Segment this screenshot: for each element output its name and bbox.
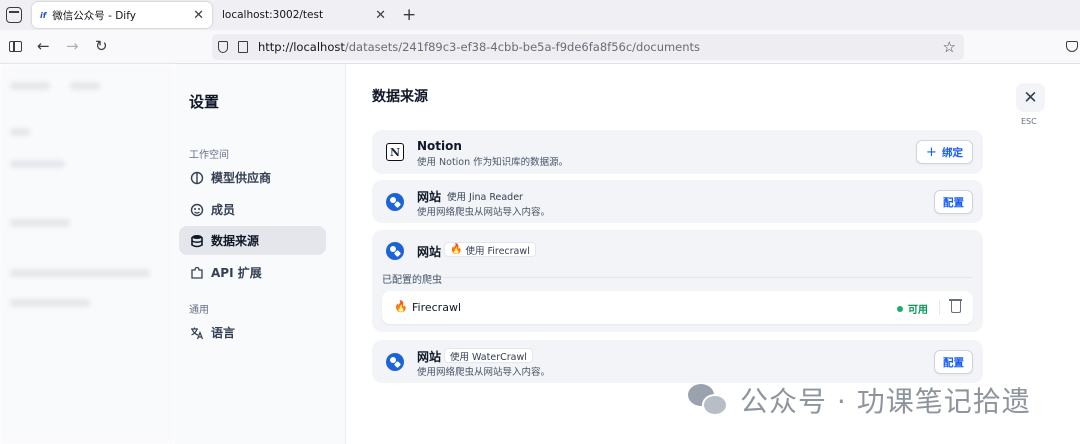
close-tab-icon[interactable]: ✕ [193, 8, 204, 23]
puzzle-icon [189, 265, 205, 281]
general-group-label: 通用 [189, 305, 209, 316]
source-description: 使用网络爬虫从网站导入内容。 [417, 367, 551, 378]
crawler-name: Firecrawl [412, 301, 461, 314]
bookmark-star-icon[interactable]: ☆ [943, 38, 956, 56]
delete-trash-icon[interactable] [949, 299, 962, 313]
background-app [0, 64, 175, 444]
settings-title: 设置 [189, 93, 220, 111]
data-source-card-jina: 网站 使用 Jina Reader 使用网络爬虫从网站导入内容。 配置 [372, 180, 983, 223]
reload-icon[interactable]: ↻ [95, 38, 108, 54]
menu-item-label: 数据来源 [211, 234, 260, 248]
fire-icon: 🔥 [394, 300, 408, 313]
notion-icon: N [386, 143, 404, 161]
close-settings-button[interactable]: ✕ [1016, 83, 1045, 112]
sidebar-toggle-icon[interactable] [9, 41, 22, 52]
source-name: 网站 [417, 350, 442, 364]
configure-watercrawl-button[interactable]: 配置 [934, 350, 973, 374]
source-description: 使用 Notion 作为知识库的数据源。 [417, 157, 569, 168]
members-icon [189, 202, 205, 218]
source-name: 网站 [417, 190, 442, 204]
browser-tab-bar: if 微信公众号 - Dify ✕ localhost:3002/test ✕ … [0, 0, 1080, 30]
tab-list-icon[interactable] [6, 7, 22, 23]
menu-item-members[interactable]: 成员 [179, 195, 326, 224]
data-source-card-notion: N Notion 使用 Notion 作为知识库的数据源。 + 绑定 [372, 130, 983, 174]
new-tab-icon[interactable]: + [402, 5, 416, 25]
forward-icon[interactable]: → [66, 38, 79, 54]
menu-item-label: API 扩展 [211, 266, 262, 280]
esc-label: ESC [1021, 117, 1037, 126]
fire-icon: 🔥 [450, 244, 463, 255]
divider [939, 300, 940, 315]
provider-badge: 🔥 使用 Firecrawl [444, 242, 536, 257]
page-title: 数据来源 [372, 89, 428, 105]
url-text[interactable]: http://localhost/datasets/241f89c3-ef38-… [258, 40, 943, 54]
divider [382, 277, 973, 278]
website-globe-icon [386, 193, 404, 211]
wechat-logo-icon [688, 382, 728, 418]
status-badge: 可用 [897, 301, 928, 316]
tab-localhost-test[interactable]: localhost:3002/test ✕ [214, 2, 394, 28]
menu-item-label: 成员 [211, 203, 236, 217]
page-info-icon[interactable] [238, 41, 248, 53]
plus-icon: + [926, 144, 937, 160]
translate-icon [189, 325, 205, 341]
website-globe-icon [386, 242, 404, 260]
close-icon: ✕ [1023, 87, 1038, 108]
provider-badge: 使用 WaterCrawl [444, 348, 533, 363]
menu-item-language[interactable]: 语言 [179, 318, 326, 347]
menu-item-label: 模型供应商 [211, 171, 272, 185]
shield-icon[interactable] [218, 41, 228, 53]
brain-icon [189, 170, 205, 186]
address-bar[interactable]: http://localhost/datasets/241f89c3-ef38-… [212, 34, 964, 60]
menu-item-data-source[interactable]: 数据来源 [179, 226, 326, 255]
menu-item-api-extension[interactable]: API 扩展 [179, 258, 326, 287]
website-globe-icon [386, 353, 404, 371]
database-icon [189, 233, 205, 249]
provider-badge: 使用 Jina Reader [447, 191, 523, 203]
source-description: 使用网络爬虫从网站导入内容。 [417, 207, 551, 218]
menu-item-label: 语言 [211, 326, 236, 340]
crawler-row-firecrawl: 🔥 Firecrawl 可用 [382, 291, 973, 324]
settings-sidebar: 设置 工作空间 模型供应商 成员 数据来源 API 扩展 通用 语言 [175, 64, 346, 444]
browser-nav-bar: ← → ↻ http://localhost/datasets/241f89c3… [0, 30, 1080, 64]
watermark: 公众号 · 功课笔记拾遗 [688, 380, 1031, 420]
source-name: Notion [417, 139, 462, 153]
bind-notion-button[interactable]: + 绑定 [916, 140, 973, 164]
menu-item-model-provider[interactable]: 模型供应商 [179, 163, 326, 192]
source-name: 网站 [417, 245, 442, 259]
configured-crawlers-label: 已配置的爬虫 [382, 275, 442, 286]
status-dot-icon [897, 305, 903, 312]
tab-title: localhost:3002/test [222, 9, 324, 21]
tab-dify[interactable]: if 微信公众号 - Dify ✕ [32, 2, 212, 28]
data-source-card-watercrawl: 网站 使用 WaterCrawl 使用网络爬虫从网站导入内容。 配置 [372, 340, 983, 383]
watermark-text: 公众号 · 功课笔记拾遗 [740, 385, 1031, 418]
workspace-group-label: 工作空间 [189, 150, 229, 161]
dify-favicon-icon: if [40, 10, 47, 20]
configure-jina-button[interactable]: 配置 [934, 190, 973, 214]
back-icon[interactable]: ← [37, 38, 50, 54]
tab-title: 微信公众号 - Dify [52, 9, 136, 22]
close-tab-icon[interactable]: ✕ [375, 8, 386, 23]
